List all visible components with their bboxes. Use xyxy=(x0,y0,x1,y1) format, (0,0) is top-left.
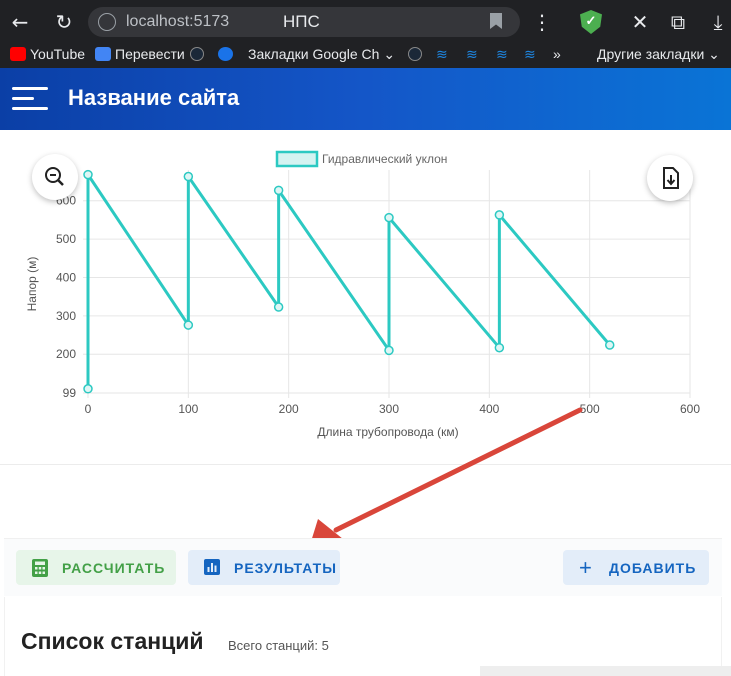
back-icon[interactable]: ← xyxy=(8,10,32,34)
zoom-out-icon xyxy=(45,167,64,186)
bookmark-label: Перевести xyxy=(115,46,185,62)
calculator-icon xyxy=(32,558,48,577)
steam-icon xyxy=(190,47,204,61)
legend-swatch[interactable] xyxy=(275,150,319,168)
x-axis-label: Длина трубопровода (км) xyxy=(317,425,458,439)
data-point[interactable] xyxy=(83,384,93,394)
wifi-icon: ≋ xyxy=(496,46,508,62)
x-tick-label: 400 xyxy=(479,402,499,416)
site-info-icon[interactable] xyxy=(98,13,116,31)
bookmark-label: Другие закладки xyxy=(597,46,705,62)
bookmark-star-icon[interactable] xyxy=(490,13,502,29)
y-tick-label: 400 xyxy=(56,270,76,284)
browser-toolbar: ← ↻ localhost:5173 НПС ⋮ ✓ ✕ ⧉ ⤓ xyxy=(0,0,731,42)
other-bookmarks[interactable]: Другие закладки ⌄ xyxy=(597,46,720,63)
bookmark-steam-2[interactable] xyxy=(408,46,426,62)
chart-card: 0 100 200 300 400 500 600 99 200 300 400 500 600 Гид… xyxy=(0,130,731,465)
chart-ticks: 0 100 200 300 400 500 60099200300400500600 xyxy=(56,194,700,416)
app-header: Название сайта xyxy=(0,68,731,130)
hydraulic-chart: 0 100 200 300 400 500 60099200300400500600 Гид… xyxy=(25,150,700,439)
bookmark-at[interactable] xyxy=(218,46,237,62)
bookmark-steam[interactable] xyxy=(190,46,208,62)
action-bar: РАССЧИТАТЬ РЕЗУЛЬТАТЫ + ДОБАВИТЬ xyxy=(4,538,722,596)
bookmark-translate[interactable]: Перевести xyxy=(95,46,185,62)
bookmark-label: YouTube xyxy=(30,46,86,62)
y-tick-label: 200 xyxy=(56,347,76,361)
address-bar[interactable]: localhost:5173 НПС xyxy=(88,7,520,37)
station-list-card: Список станций Всего станций: 5 xyxy=(4,597,722,676)
tab-search-icon[interactable]: ✕ xyxy=(628,10,652,34)
bar-chart-icon xyxy=(204,558,220,577)
zoom-out-button[interactable] xyxy=(32,154,78,200)
chevron-down-icon: ⌄ xyxy=(383,46,396,62)
wifi-icon: ≋ xyxy=(524,46,536,62)
at-icon xyxy=(218,47,233,61)
results-button[interactable]: РЕЗУЛЬТАТЫ xyxy=(188,550,340,585)
chart-grid xyxy=(83,170,691,398)
station-list-title: Список станций xyxy=(21,628,204,654)
wifi-icon: ≋ xyxy=(436,46,448,62)
wifi-icon: ≋ xyxy=(466,46,478,62)
footer-strip xyxy=(480,666,731,676)
x-tick-label: 200 xyxy=(279,402,299,416)
x-tick-label: 300 xyxy=(379,402,399,416)
y-tick-label: 99 xyxy=(63,386,77,400)
chevron-down-icon: ⌄ xyxy=(708,46,720,62)
bookmark-wifi-1[interactable]: ≋ xyxy=(436,46,448,63)
x-tick-label: 500 xyxy=(580,402,600,416)
y-tick-label: 300 xyxy=(56,309,76,323)
export-button[interactable] xyxy=(647,155,693,201)
data-point[interactable] xyxy=(604,340,615,350)
x-tick-label: 0 xyxy=(85,402,92,416)
data-point[interactable] xyxy=(384,345,394,356)
series-line xyxy=(86,173,611,389)
bookmark-wifi-2[interactable]: ≋ xyxy=(466,46,478,63)
bookmark-folder-google[interactable]: Закладки Google Ch ⌄ xyxy=(248,46,395,63)
tab-title: НПС xyxy=(283,12,320,31)
menu-dots-icon[interactable]: ⋮ xyxy=(530,10,554,34)
calculate-button[interactable]: РАССЧИТАТЬ xyxy=(16,550,176,585)
data-point[interactable] xyxy=(273,185,284,196)
add-button[interactable]: + ДОБАВИТЬ xyxy=(563,550,709,585)
plus-icon: + xyxy=(579,554,593,580)
file-download-icon xyxy=(663,167,679,189)
add-label: ДОБАВИТЬ xyxy=(609,559,697,576)
download-icon[interactable]: ⤓ xyxy=(706,10,730,34)
extensions-icon[interactable]: ⧉ xyxy=(666,10,690,34)
youtube-icon xyxy=(10,47,26,61)
calculate-label: РАССЧИТАТЬ xyxy=(62,559,166,576)
y-tick-label: 500 xyxy=(56,232,76,246)
legend-label[interactable]: Гидравлический уклон xyxy=(322,152,447,166)
data-point[interactable] xyxy=(183,171,194,182)
bookmark-wifi-4[interactable]: ≋ xyxy=(524,46,536,63)
translate-icon xyxy=(95,47,111,61)
data-point[interactable] xyxy=(83,169,93,180)
url-text[interactable]: localhost:5173 xyxy=(126,13,229,31)
chart-series xyxy=(83,169,615,394)
menu-icon[interactable] xyxy=(12,87,48,111)
site-title: Название сайта xyxy=(68,85,240,110)
bookmark-label: Закладки Google Ch xyxy=(248,46,380,62)
data-point[interactable] xyxy=(183,320,194,330)
bookmark-wifi-3[interactable]: ≋ xyxy=(496,46,508,63)
x-tick-label: 600 xyxy=(680,402,700,416)
results-label: РЕЗУЛЬТАТЫ xyxy=(234,559,337,576)
adblock-shield-icon[interactable]: ✓ xyxy=(580,10,602,34)
data-point[interactable] xyxy=(494,210,505,220)
reload-icon[interactable]: ↻ xyxy=(52,10,76,34)
x-tick-label: 100 xyxy=(178,402,198,416)
bookmarks-bar: YouTube Перевести Закладки Google Ch ⌄ ≋… xyxy=(0,42,731,68)
more-bookmarks-button[interactable]: » xyxy=(553,46,561,62)
y-axis-label: Напор (м) xyxy=(25,257,39,312)
data-point[interactable] xyxy=(494,342,505,353)
data-point[interactable] xyxy=(384,212,394,223)
data-point[interactable] xyxy=(273,302,284,312)
steam-icon xyxy=(408,47,422,61)
station-count: Всего станций: 5 xyxy=(228,638,329,653)
bookmark-youtube[interactable]: YouTube xyxy=(10,46,85,62)
